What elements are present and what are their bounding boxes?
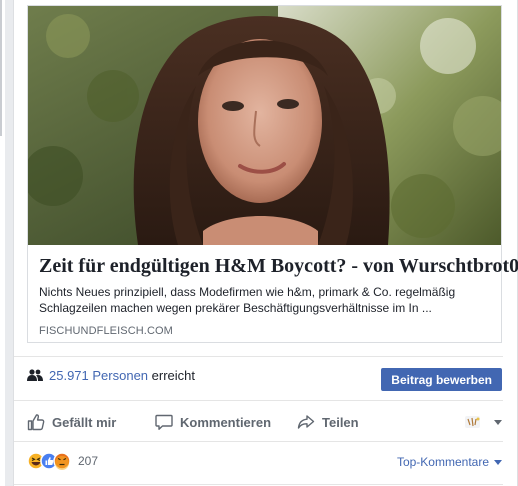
boost-post-button[interactable]: Beitrag bewerben — [381, 368, 502, 391]
thumbs-up-icon — [27, 414, 45, 431]
reach-count[interactable]: 25.971 Personen — [49, 368, 148, 383]
action-row: Gefällt mir Kommentieren Teilen — [27, 407, 502, 437]
chevron-down-icon — [494, 459, 502, 465]
link-preview[interactable]: Zeit für endgültigen H&M Boycott? - von … — [27, 5, 518, 343]
share-arrow-icon — [297, 415, 315, 429]
people-icon — [27, 369, 43, 381]
share-label: Teilen — [322, 414, 359, 430]
reaction-selector[interactable] — [464, 415, 502, 429]
comment-button[interactable]: Kommentieren — [155, 407, 271, 437]
comment-label: Kommentieren — [180, 414, 272, 430]
preview-description: Nichts Neues prinzipiell, dass Modefirme… — [39, 285, 456, 315]
preview-headline[interactable]: Zeit für endgültigen H&M Boycott? - von … — [39, 253, 518, 279]
profile-thumbnail-icon — [465, 416, 480, 428]
reaction-icons[interactable] — [27, 452, 73, 470]
share-button[interactable]: Teilen — [297, 407, 359, 437]
reach-row: 25.971 Personen erreicht Beitrag bewerbe… — [27, 360, 502, 394]
angry-reaction-icon — [53, 452, 71, 470]
preview-domain: FISCHUNDFLEISCH.COM — [39, 325, 173, 337]
preview-text: Zeit für endgültigen H&M Boycott? - von … — [39, 253, 518, 337]
scroll-edge — [0, 0, 2, 136]
preview-image[interactable] — [28, 6, 501, 245]
reach-text: 25.971 Personen erreicht — [49, 368, 195, 383]
reactions-row: 207 Top-Kommentare — [27, 450, 502, 474]
like-label: Gefällt mir — [52, 414, 117, 430]
sort-label: Top-Kommentare — [396, 455, 489, 469]
chevron-down-icon — [494, 419, 502, 425]
post-card: Zeit für endgültigen H&M Boycott? - von … — [13, 0, 518, 486]
reaction-count[interactable]: 207 — [78, 454, 98, 468]
comment-icon — [155, 414, 173, 430]
preview-photo — [28, 6, 501, 245]
comment-sort-dropdown[interactable]: Top-Kommentare — [397, 455, 502, 469]
left-gutter — [0, 0, 5, 486]
divider — [14, 441, 503, 442]
divider — [14, 484, 503, 485]
reach-suffix: erreicht — [148, 368, 195, 383]
divider — [14, 356, 503, 357]
divider — [14, 400, 503, 401]
like-button[interactable]: Gefällt mir — [27, 407, 116, 437]
